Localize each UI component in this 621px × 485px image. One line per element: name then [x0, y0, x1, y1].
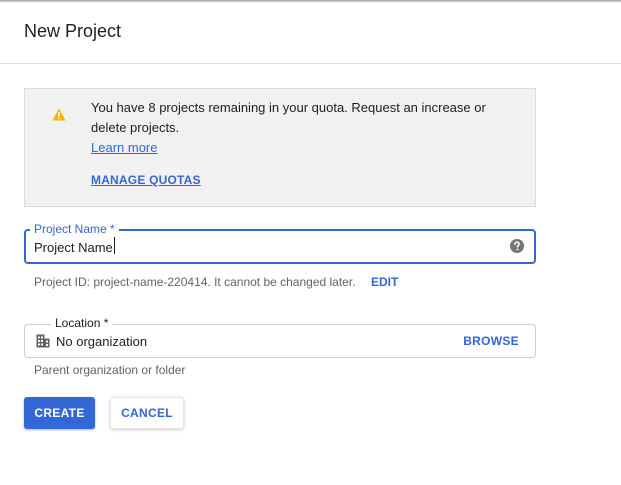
location-label: Location *	[51, 316, 113, 330]
create-button[interactable]: CREATE	[24, 397, 95, 429]
quota-message: You have 8 projects remaining in your qu…	[91, 100, 486, 135]
edit-project-id-link[interactable]: EDIT	[371, 275, 398, 289]
project-name-input[interactable]	[34, 238, 494, 256]
text-cursor	[114, 237, 115, 254]
quota-notice: You have 8 projects remaining in your qu…	[24, 88, 536, 207]
location-field[interactable]: Location * No organization BROWSE	[24, 316, 536, 358]
cancel-button[interactable]: CANCEL	[110, 397, 184, 429]
manage-quotas-link[interactable]: MANAGE QUOTAS	[91, 173, 201, 187]
project-name-field[interactable]: Project Name *	[24, 222, 536, 264]
learn-more-link[interactable]: Learn more	[91, 138, 157, 158]
project-name-label: Project Name *	[30, 222, 119, 236]
location-helper-text: Parent organization or folder	[34, 363, 186, 377]
warning-icon	[52, 108, 66, 121]
browse-location-button[interactable]: BROWSE	[463, 334, 519, 348]
help-circle-icon[interactable]	[509, 238, 525, 254]
dialog-header: New Project	[0, 3, 621, 64]
location-value: No organization	[56, 334, 148, 349]
organization-building-icon	[36, 334, 50, 348]
project-id-text: Project ID: project-name-220414. It cann…	[34, 275, 356, 289]
page-title: New Project	[24, 21, 122, 41]
